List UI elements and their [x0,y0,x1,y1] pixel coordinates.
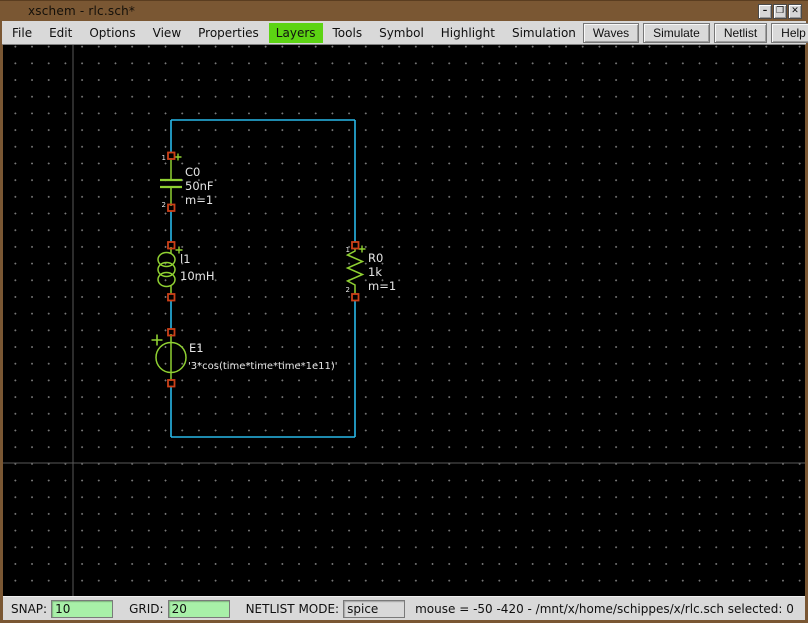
component-ref-label: E1 [189,341,204,355]
minimize-button[interactable]: – [758,4,772,19]
grid-input[interactable] [168,600,230,618]
schematic-drawing[interactable]: 1 2 C0 50nF m=1 l1 10mH [3,45,805,596]
netlist-mode-input[interactable] [343,600,405,618]
component-ref-label: R0 [368,251,383,265]
window-controls: – ❒ ✕ [758,4,802,19]
pin[interactable] [352,242,359,249]
pin-number: 2 [346,286,350,294]
component-ref-label: C0 [185,165,200,179]
menu-item-options[interactable]: Options [82,23,142,43]
help-button[interactable]: Help [771,23,808,43]
title-bar[interactable]: xschem - rlc.sch* – ❒ ✕ [0,0,808,21]
component-mult-label: m=1 [368,279,396,293]
menu-item-tools[interactable]: Tools [326,23,370,43]
menu-item-edit[interactable]: Edit [42,23,79,43]
pin[interactable] [352,294,359,301]
pin-number: 1 [162,154,166,162]
menu-bar: File Edit Options View Properties Layers… [2,21,806,45]
component-mult-label: m=1 [185,193,213,207]
component-value-label: 1k [368,265,382,279]
menu-item-layers[interactable]: Layers [269,23,323,43]
component-inductor-l1[interactable]: l1 10mH [158,242,214,301]
menu-item-symbol[interactable]: Symbol [372,23,431,43]
simulate-button[interactable]: Simulate [643,23,710,43]
menu-item-simulation[interactable]: Simulation [505,23,583,43]
grid-label: GRID: [129,602,163,616]
snap-input[interactable] [51,600,113,618]
plus-polarity-icon [175,154,182,161]
pin-number: 1 [346,246,350,254]
menu-item-file[interactable]: File [5,23,39,43]
pin-number: 2 [162,201,166,209]
component-capacitor-c0[interactable]: 1 2 C0 50nF m=1 [160,153,214,212]
component-resistor-r0[interactable]: 1 2 R0 1k m=1 [346,242,397,301]
menu-item-properties[interactable]: Properties [191,23,266,43]
netlist-button[interactable]: Netlist [714,23,767,43]
close-button[interactable]: ✕ [788,4,802,19]
pin[interactable] [168,294,175,301]
component-value-label: 50nF [185,179,214,193]
xschem-window: xschem - rlc.sch* – ❒ ✕ File Edit Option… [0,0,808,623]
component-ref-label: l1 [180,252,191,266]
component-value-label: '3*cos(time*time*time*1e11)' [188,361,338,372]
waves-button[interactable]: Waves [583,23,639,43]
maximize-button[interactable]: ❒ [773,4,787,19]
snap-label: SNAP: [11,602,47,616]
component-value-label: 10mH [180,269,214,283]
menu-item-highlight[interactable]: Highlight [434,23,502,43]
netlist-mode-label: NETLIST MODE: [246,602,340,616]
plus-polarity-icon [152,335,163,346]
plus-polarity-icon [359,246,366,253]
window-title: xschem - rlc.sch* [0,4,135,18]
schematic-canvas[interactable]: 1 2 C0 50nF m=1 l1 10mH [3,45,805,596]
status-bar: SNAP: GRID: NETLIST MODE: mouse = -50 -4… [3,596,805,620]
component-vsource-e1[interactable]: E1 '3*cos(time*time*time*1e11)' [152,329,338,387]
mouse-info: mouse = -50 -420 - /mnt/x/home/schippes/… [415,602,794,616]
menu-item-view[interactable]: View [146,23,188,43]
